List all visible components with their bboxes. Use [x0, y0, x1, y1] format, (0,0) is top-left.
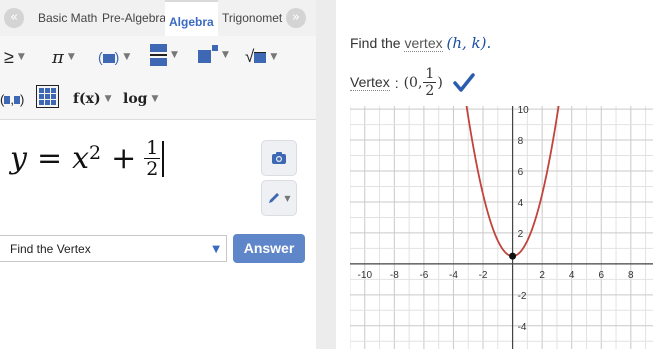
- vertex-fraction: 1 2: [423, 66, 437, 99]
- greater-equal-button[interactable]: ≥ ▼: [4, 46, 25, 68]
- input-panel: « Basic Math Pre-Algebra Algebra Trigono…: [0, 0, 316, 349]
- subject-tab-bar: « Basic Math Pre-Algebra Algebra Trigono…: [0, 0, 316, 36]
- ordered-pair-button[interactable]: (,): [0, 88, 24, 110]
- tab-algebra[interactable]: Algebra: [165, 0, 218, 36]
- y-tick-label: -4: [518, 322, 527, 333]
- result-panel: Find the vertex (h, k). Vertex : (0, 1 2…: [336, 0, 653, 349]
- y-tick-label: 2: [518, 229, 524, 240]
- exponent-icon: [198, 45, 218, 65]
- checkmark-icon: [453, 72, 475, 92]
- math-input[interactable]: y = x 2 + 1 2: [10, 138, 164, 179]
- pen-button[interactable]: ▼: [261, 180, 297, 216]
- x-tick-label: -4: [449, 270, 458, 281]
- y-tick-label: 4: [518, 198, 524, 209]
- x-tick-label: -2: [479, 270, 488, 281]
- expr-exponent: 2: [89, 141, 102, 164]
- pi-icon: π: [52, 46, 64, 68]
- fraction-button[interactable]: ▼: [150, 44, 178, 66]
- vertex-label[interactable]: Vertex: [350, 74, 390, 91]
- x-tick-label: -8: [390, 270, 399, 281]
- pi-button[interactable]: π ▼: [52, 46, 75, 68]
- expr-fraction: 1 2: [144, 137, 161, 180]
- y-tick-label: 8: [518, 136, 524, 147]
- vertex-point: [509, 252, 517, 260]
- tab-pre-algebra[interactable]: Pre-Algebra: [102, 0, 166, 36]
- operation-select[interactable]: Find the Vertex ▼: [0, 235, 227, 262]
- expr-lhs: y: [10, 141, 27, 176]
- pencil-icon: [269, 193, 280, 203]
- text-cursor: [162, 140, 164, 177]
- operation-select-value: Find the Vertex: [10, 242, 91, 256]
- log-button[interactable]: log ▼: [123, 88, 158, 110]
- x-tick-label: 2: [539, 270, 545, 281]
- matrix-icon: [36, 84, 59, 108]
- camera-icon: [272, 152, 286, 164]
- ordered-pair-icon: (,): [0, 91, 25, 107]
- fraction-icon: [150, 44, 167, 66]
- tabs-forward-icon[interactable]: »: [286, 8, 306, 28]
- vertex-notation: (h, k): [446, 34, 487, 52]
- tabs-back-icon[interactable]: «: [4, 8, 24, 28]
- x-tick-label: 6: [598, 270, 604, 281]
- parabola-graph[interactable]: -10 -8 -6 -4 -2 2 4 6 8 10 8 6 4 2 -2 -4: [350, 106, 653, 349]
- x-tick-label: -6: [419, 270, 428, 281]
- graph-background: [350, 106, 653, 349]
- dropdown-arrow-icon: ▼: [212, 244, 220, 255]
- tab-trigonometry[interactable]: Trigonomet: [222, 0, 282, 36]
- x-tick-label: -10: [358, 270, 373, 281]
- tab-basic-math[interactable]: Basic Math: [38, 0, 97, 36]
- log-icon: log: [123, 91, 148, 107]
- square-root-button[interactable]: √ ▼: [245, 46, 277, 68]
- chevron-down-icon: ▼: [284, 193, 291, 203]
- greater-equal-icon: ≥: [4, 46, 14, 67]
- expr-equals: =: [36, 141, 63, 176]
- matrix-button[interactable]: [36, 84, 59, 108]
- camera-button[interactable]: [261, 140, 297, 176]
- x-tick-label: 8: [628, 270, 634, 281]
- vertex-link[interactable]: vertex: [404, 35, 443, 52]
- function-icon: f(x): [73, 91, 101, 107]
- x-tick-label: 4: [569, 270, 575, 281]
- expr-base: x: [72, 141, 90, 176]
- function-button[interactable]: f(x) ▼: [73, 88, 112, 110]
- exponent-button[interactable]: ▼: [198, 44, 229, 66]
- answer-button[interactable]: Answer: [233, 234, 305, 263]
- y-tick-label: -2: [518, 291, 527, 302]
- panel-divider: [316, 0, 336, 349]
- math-toolbar: ≥ ▼ π ▼ () ▼ ▼ ▼ √ ▼ (,) f(x) ▼ log ▼: [0, 36, 316, 120]
- y-tick-label: 6: [518, 167, 524, 178]
- parentheses-icon: (): [98, 49, 120, 65]
- y-tick-label: 10: [518, 106, 530, 116]
- vertex-result: Vertex : (0, 1 2 ): [350, 66, 475, 99]
- square-root-icon: √: [245, 47, 267, 67]
- parentheses-button[interactable]: () ▼: [98, 46, 130, 68]
- result-prompt: Find the vertex (h, k).: [350, 34, 492, 52]
- expr-plus: +: [111, 141, 137, 176]
